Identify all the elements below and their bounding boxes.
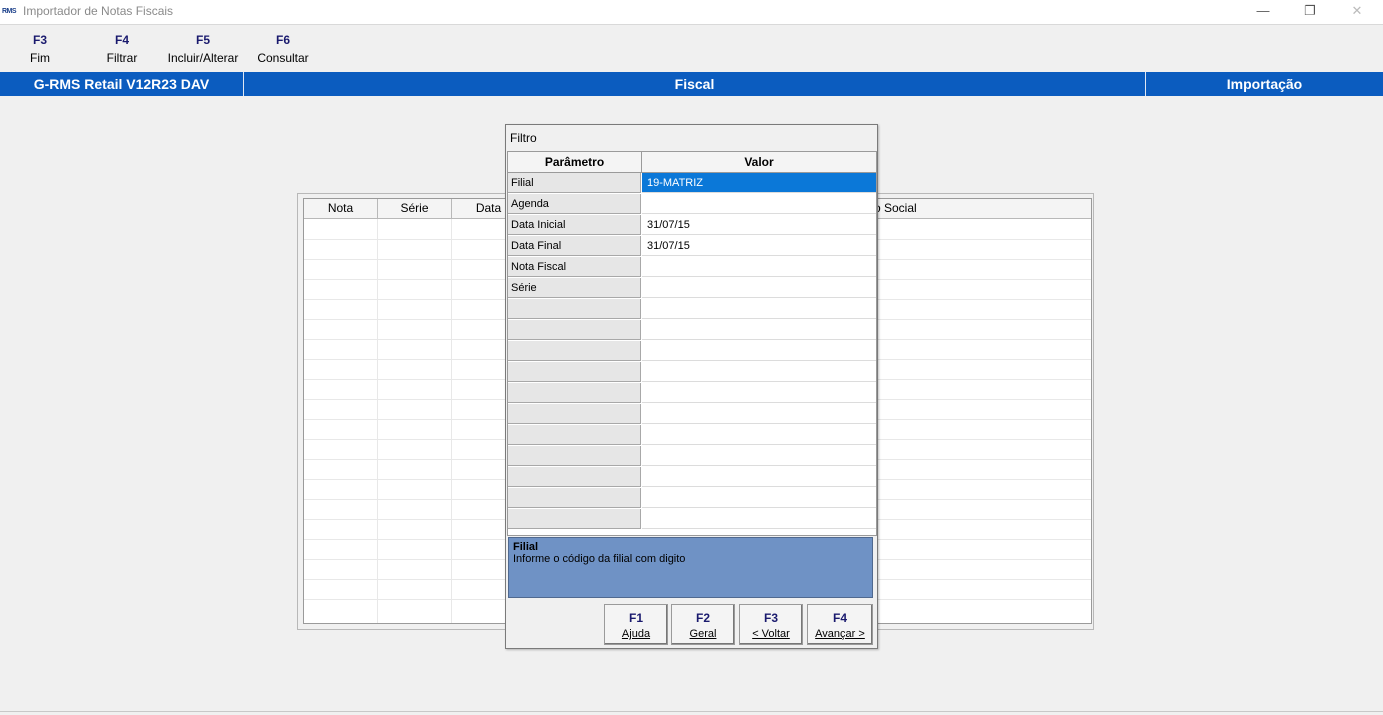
dialog-title: Filtro — [510, 131, 537, 145]
button-label: Geral — [689, 628, 717, 640]
field-help-panel: Filial Informe o código da filial com di… — [508, 537, 873, 598]
help-text: Informe o código da filial com digito — [513, 553, 686, 565]
value-agenda-field[interactable] — [642, 194, 876, 214]
param-data-final[interactable]: Data Final — [508, 236, 641, 256]
value-empty-row — [642, 341, 876, 361]
status-bar-line — [0, 711, 1383, 712]
value-empty-row — [642, 320, 876, 340]
value-empty-row — [642, 509, 876, 529]
toolbar-fim-button[interactable]: F3 Fim — [22, 33, 58, 65]
value-empty-row — [642, 362, 876, 382]
param-empty-row — [508, 488, 641, 508]
toolbar-label: Fim — [30, 51, 50, 65]
button-key: F4 — [832, 611, 847, 625]
param-filial[interactable]: Filial — [508, 173, 641, 193]
app-logo-icon: RMS — [2, 8, 17, 15]
module-name: Fiscal — [674, 76, 715, 92]
filter-dialog: Filtro Parâmetro Valor Filial 19-MATRIZ … — [505, 124, 878, 649]
toolbar-key: F4 — [114, 33, 129, 47]
param-agenda[interactable]: Agenda — [508, 194, 641, 214]
value-empty-row — [642, 299, 876, 319]
function-key-toolbar: F3 Fim F4 Filtrar F5 Incluir/Alterar F6 … — [0, 25, 1383, 71]
value-filial-field[interactable]: 19-MATRIZ — [642, 173, 876, 193]
close-button[interactable]: ✕ — [1334, 0, 1380, 24]
button-key: F1 — [628, 611, 643, 625]
button-label: Ajuda — [621, 628, 651, 640]
value-serie-field[interactable] — [642, 278, 876, 298]
function-name: Importação — [1226, 76, 1303, 92]
toolbar-consultar-button[interactable]: F6 Consultar — [252, 33, 314, 65]
help-title: Filial — [513, 541, 539, 553]
column-header-parametro: Parâmetro — [508, 152, 642, 173]
toolbar-key: F5 — [195, 33, 210, 47]
avancar-button[interactable]: F4 Avançar > — [807, 604, 873, 645]
value-empty-row — [642, 488, 876, 508]
button-label: < Voltar — [752, 628, 790, 640]
toolbar-label: Consultar — [257, 51, 309, 65]
column-header-label: o Social — [874, 201, 917, 215]
toolbar-label: Incluir/Alterar — [167, 51, 239, 65]
voltar-button[interactable]: F3 < Voltar — [739, 604, 803, 645]
value-empty-row — [642, 383, 876, 403]
param-nota-fiscal[interactable]: Nota Fiscal — [508, 257, 641, 277]
value-empty-row — [642, 467, 876, 487]
value-empty-row — [642, 404, 876, 424]
param-empty-row — [508, 425, 641, 445]
param-empty-row — [508, 509, 641, 529]
param-data-inicial[interactable]: Data Inicial — [508, 215, 641, 235]
value-empty-row — [642, 425, 876, 445]
toolbar-filtrar-button[interactable]: F4 Filtrar — [96, 33, 148, 65]
value-empty-row — [642, 446, 876, 466]
filter-parameter-grid: Parâmetro Valor Filial 19-MATRIZ Agenda … — [507, 151, 877, 536]
window-title: Importador de Notas Fiscais — [23, 4, 174, 18]
geral-button[interactable]: F2 Geral — [671, 604, 735, 645]
param-empty-row — [508, 404, 641, 424]
toolbar-incluir-alterar-button[interactable]: F5 Incluir/Alterar — [160, 33, 246, 65]
value-data-final-field[interactable]: 31/07/15 — [642, 236, 876, 256]
button-key: F2 — [695, 611, 710, 625]
column-header-serie[interactable]: Série — [378, 199, 452, 219]
param-empty-row — [508, 383, 641, 403]
param-serie[interactable]: Série — [508, 278, 641, 298]
button-key: F3 — [763, 611, 778, 625]
toolbar-label: Filtrar — [106, 51, 138, 65]
toolbar-key: F3 — [32, 33, 47, 47]
column-header-nota[interactable]: Nota — [304, 199, 378, 219]
toolbar-key: F6 — [275, 33, 290, 47]
value-data-inicial-field[interactable]: 31/07/15 — [642, 215, 876, 235]
minimize-button[interactable]: — — [1240, 0, 1286, 24]
param-empty-row — [508, 299, 641, 319]
value-nota-fiscal-field[interactable] — [642, 257, 876, 277]
column-header-valor: Valor — [642, 152, 876, 173]
param-empty-row — [508, 467, 641, 487]
param-empty-row — [508, 362, 641, 382]
restore-button[interactable]: ❐ — [1287, 0, 1333, 24]
product-name: G-RMS Retail V12R23 DAV — [33, 76, 210, 92]
context-header-bar: G-RMS Retail V12R23 DAV Fiscal Importaçã… — [0, 72, 1383, 96]
title-bar: RMS Importador de Notas Fiscais — ❐ ✕ — [0, 0, 1383, 25]
param-empty-row — [508, 320, 641, 340]
param-empty-row — [508, 341, 641, 361]
button-label: Avançar > — [815, 628, 865, 640]
ajuda-button[interactable]: F1 Ajuda — [604, 604, 668, 645]
param-empty-row — [508, 446, 641, 466]
